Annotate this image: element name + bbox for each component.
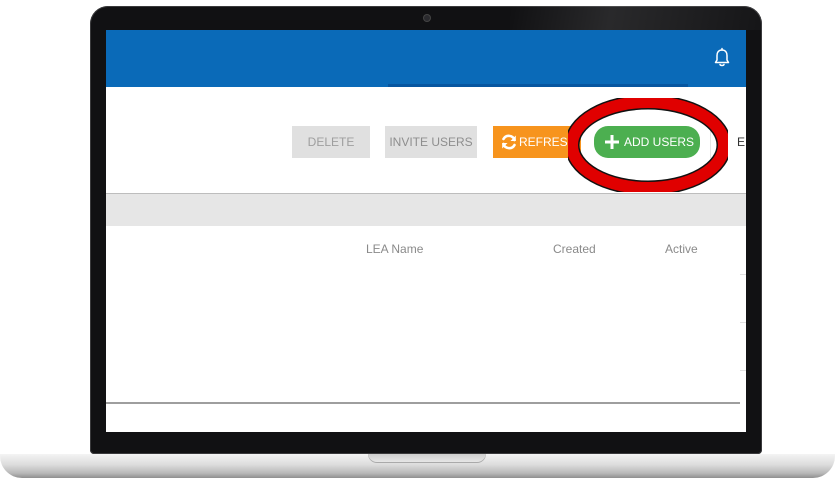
delete-button-label: DELETE: [307, 135, 355, 149]
bell-icon[interactable]: [712, 47, 732, 69]
add-users-button[interactable]: ADD USERS: [594, 126, 700, 158]
export-icon: [718, 136, 728, 147]
app-header: [106, 30, 746, 87]
invite-users-button[interactable]: INVITE USERS: [385, 126, 477, 158]
refresh-button-label: REFRES: [519, 135, 568, 149]
row-separator: [740, 274, 746, 275]
column-header-lea-name[interactable]: LEA Name: [366, 242, 423, 256]
invite-users-button-label: INVITE USERS: [389, 135, 473, 149]
row-separator: [740, 322, 746, 323]
laptop-base-notch: [368, 454, 486, 463]
table-filter-band: [106, 194, 746, 226]
table-bottom-divider: [106, 402, 740, 404]
refresh-icon: [502, 134, 516, 150]
export-button[interactable]: E: [710, 126, 746, 158]
laptop-screen: DELETE INVITE USERS REFRES ADD USERS E L…: [106, 30, 746, 432]
camera-icon: [424, 15, 430, 21]
column-header-active[interactable]: Active: [665, 242, 698, 256]
row-separator: [740, 370, 746, 371]
plus-icon: [605, 135, 619, 149]
refresh-button[interactable]: REFRES: [493, 126, 581, 158]
column-header-created[interactable]: Created: [553, 242, 596, 256]
delete-button[interactable]: DELETE: [292, 126, 370, 158]
laptop-mockup: DELETE INVITE USERS REFRES ADD USERS E L…: [0, 0, 835, 481]
add-users-button-label: ADD USERS: [624, 135, 695, 149]
